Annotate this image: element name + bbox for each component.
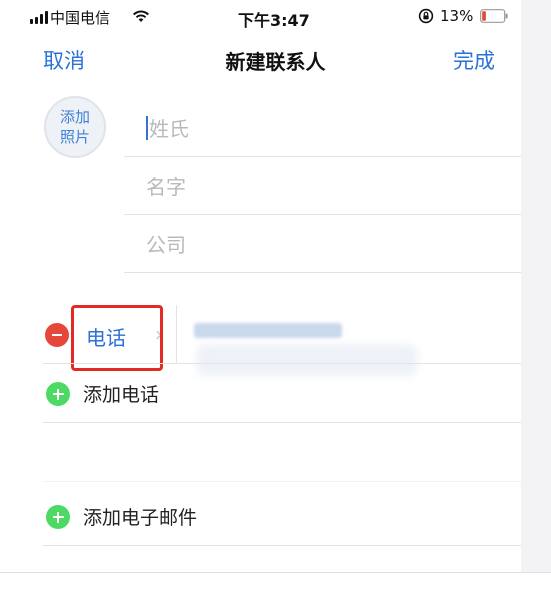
- status-time: 下午3:47: [238, 11, 310, 30]
- add-phone-button[interactable]: 添加电话: [83, 380, 159, 407]
- text-cursor: [146, 116, 148, 140]
- status-bar: 中国电信 下午3:47 13%: [0, 0, 551, 36]
- separator: [43, 481, 521, 482]
- last-name-field[interactable]: 姓氏: [149, 113, 189, 142]
- add-photo-button[interactable]: 添加 照片: [44, 96, 106, 158]
- separator: [43, 363, 521, 364]
- signal-icon: [30, 11, 48, 24]
- add-photo-line2: 照片: [59, 128, 90, 146]
- add-email-button[interactable]: 添加电子邮件: [83, 503, 197, 530]
- add-photo-line1: 添加: [59, 108, 90, 126]
- separator: [124, 272, 521, 273]
- battery-icon: [480, 9, 508, 23]
- divider: [176, 305, 177, 363]
- separator: [43, 422, 521, 423]
- separator: [124, 156, 521, 157]
- add-email-icon[interactable]: [46, 505, 70, 529]
- battery-percent: 13%: [440, 7, 474, 25]
- bottom-edge: [0, 572, 551, 573]
- cancel-button[interactable]: 取消: [43, 45, 85, 75]
- redacted-phone-number[interactable]: [194, 323, 342, 338]
- redacted-phone-shadow: [196, 344, 418, 376]
- screen-edge: [521, 0, 551, 572]
- delete-phone-button[interactable]: [45, 323, 69, 347]
- first-name-field[interactable]: 名字: [146, 171, 186, 200]
- separator: [124, 214, 521, 215]
- separator: [43, 545, 521, 546]
- carrier-name: 中国电信: [50, 9, 111, 27]
- add-phone-icon[interactable]: [46, 382, 70, 406]
- wifi-icon: [133, 10, 149, 22]
- done-button[interactable]: 完成: [453, 45, 495, 75]
- company-field[interactable]: 公司: [146, 229, 186, 258]
- orientation-lock-icon: [418, 8, 434, 24]
- highlight-box: [71, 305, 163, 371]
- new-contact-screen: 中国电信 下午3:47 13% 新建联系人 取消 完成 添加 照片 姓氏 名字 …: [0, 0, 551, 600]
